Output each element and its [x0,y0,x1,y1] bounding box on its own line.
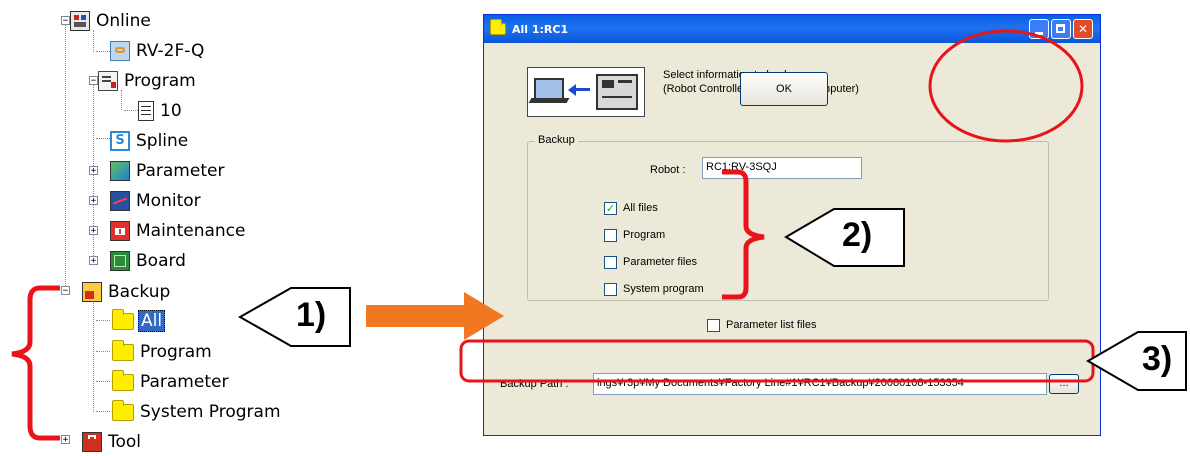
robot-field[interactable]: RC1:RV-3SQJ [702,157,862,179]
tree-item-label: Program [124,71,196,91]
parameter-list-files-label: Parameter list files [726,319,817,331]
tree-connector [124,110,138,111]
robot-label: Robot : [650,164,686,176]
parameter-files-checkbox[interactable] [604,256,617,269]
parameter-list-files-checkbox[interactable] [707,319,720,332]
tree-item-label: System Program [140,402,281,422]
backup-path-field[interactable]: ings¥r3p¥My Documents¥Factory Line#1¥RC1… [593,373,1047,395]
browse-button-label: ... [1059,377,1069,389]
tree-item-robot[interactable]: RV-2F-Q [110,37,204,65]
dialog-title: All 1:RC1 [512,22,569,36]
tree-item-label: Spline [136,131,189,151]
document-icon [138,101,154,121]
close-button[interactable]: ✕ [1073,19,1093,39]
robot-icon [110,41,130,61]
monitor-icon [110,191,130,211]
backup-transfer-icon [527,67,645,117]
parameter-files-label: Parameter files [623,256,697,268]
tree-item-label: Online [96,11,151,31]
tree-item-label: Parameter [136,161,225,181]
dialog-body: Select information to backup. (Robot Con… [487,43,1097,432]
dialog-titlebar[interactable]: All 1:RC1 ✕ [484,15,1100,43]
tree-item-tool[interactable]: Tool [82,428,141,456]
all-files-checkbox[interactable]: ✓ [604,202,617,215]
tree-item-label: Board [136,251,186,271]
tree-connector [96,320,110,321]
backup-group-title: Backup [535,134,578,146]
tree-item-spline[interactable]: S Spline [110,127,188,155]
tree-item-label: Parameter [140,372,229,392]
tree-item-backup[interactable]: Backup [82,278,170,306]
browse-button[interactable]: ... [1049,374,1079,394]
program-label: Program [623,229,666,241]
tree-item-label: Monitor [136,191,201,211]
collapse-toggle[interactable]: − [89,76,98,86]
expand-toggle[interactable]: + [89,166,98,176]
collapse-toggle[interactable]: − [61,16,70,26]
expand-toggle[interactable]: + [89,196,98,206]
board-icon [110,251,130,271]
tree-connector [96,138,110,139]
tree-item-board[interactable]: Board [110,247,186,275]
callout-1-text: 1) [296,296,327,334]
minimize-button[interactable] [1029,19,1049,39]
tree-item-label: RV-2F-Q [136,41,205,61]
system-program-checkbox[interactable] [604,283,617,296]
ok-button[interactable]: OK [740,72,828,106]
folder-icon [112,369,134,391]
system-program-label: System program [623,283,704,295]
tree-connector [65,24,66,294]
tree-item-online[interactable]: Online [70,7,151,35]
tree-connector [96,351,110,352]
ok-button-label: OK [776,83,792,95]
program-icon [98,71,118,91]
online-icon [70,11,90,31]
expand-toggle[interactable]: + [89,226,98,236]
tree-connector [96,411,110,412]
backup-dialog: All 1:RC1 ✕ Select information to backup… [483,14,1101,436]
expand-toggle[interactable]: + [61,435,70,445]
tree-item-parameter[interactable]: Parameter [110,157,224,185]
expand-toggle[interactable]: + [89,256,98,266]
tree-connector [96,51,110,52]
maintenance-icon [110,221,130,241]
maximize-button[interactable] [1051,19,1071,39]
tree-item-backup-system-program[interactable]: System Program [112,398,281,426]
spline-icon: S [110,131,130,151]
tree-item-program-10[interactable]: 10 [138,97,182,125]
callout-3-text: 3) [1142,340,1173,378]
tool-icon [82,432,102,452]
backup-icon [82,282,102,302]
tree-item-label: Backup [108,282,171,302]
tree-item-program[interactable]: Program [98,67,196,95]
parameter-icon [110,161,130,181]
folder-icon [112,308,134,330]
backup-path-label: Backup Path : [500,378,569,390]
folder-icon [112,339,134,361]
tree-connector [96,381,110,382]
folder-icon [112,399,134,421]
tree-item-label: All [138,310,166,332]
tree-item-label: Program [140,342,212,362]
tree-item-backup-program[interactable]: Program [112,338,212,366]
program-checkbox[interactable] [604,229,617,242]
collapse-toggle[interactable]: − [61,286,70,296]
tree-item-label: Tool [108,432,142,452]
tree-item-backup-parameter[interactable]: Parameter [112,368,228,396]
callout-2-text: 2) [842,216,873,254]
tree-item-maintenance[interactable]: Maintenance [110,217,245,245]
tree-item-backup-all[interactable]: All [112,307,166,335]
all-files-label: All files [623,202,658,214]
tree-connector [93,300,94,412]
folder-icon [490,19,506,35]
tree-item-label: Maintenance [136,221,246,241]
tree-item-label: 10 [160,101,182,121]
tree-item-monitor[interactable]: Monitor [110,187,201,215]
project-tree: − − + + + + − + Online RV-2F-Q Program 1… [0,0,400,452]
